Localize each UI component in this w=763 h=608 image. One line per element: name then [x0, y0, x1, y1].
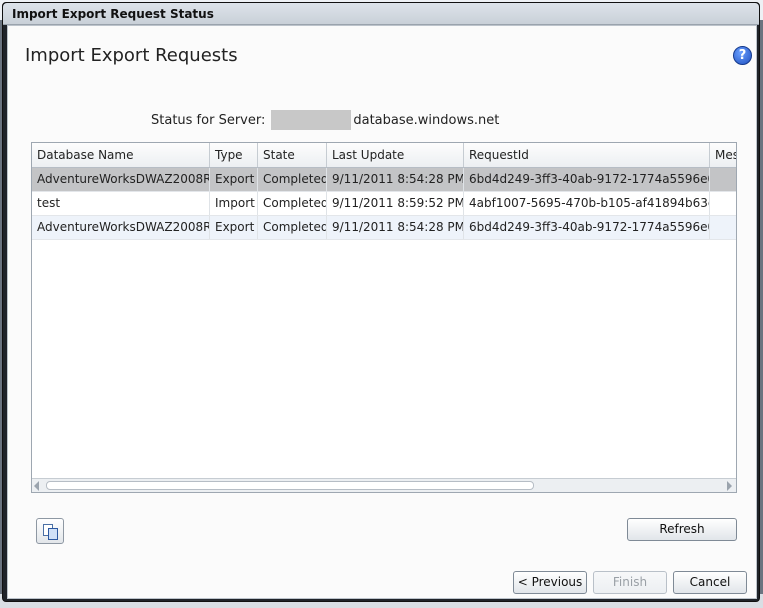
column-header-request-id[interactable]: RequestId — [464, 143, 710, 167]
status-label: Status for Server: — [151, 112, 266, 128]
cell-message — [710, 168, 736, 191]
table-row[interactable]: test Import Completed 9/11/2011 8:59:52 … — [32, 192, 736, 216]
cell-state: Completed — [258, 192, 327, 215]
cell-database-name: AdventureWorksDWAZ2008R2 — [32, 168, 210, 191]
server-status-line: Status for Server: database.windows.net — [151, 110, 499, 130]
cell-state: Completed — [258, 168, 327, 191]
column-header-message[interactable]: Mes — [710, 143, 736, 167]
dialog-title: Import Export Request Status — [12, 7, 214, 21]
dialog-titlebar[interactable]: Import Export Request Status — [3, 3, 759, 25]
table-header: Database Name Type State Last Update Req… — [32, 143, 736, 168]
table-row[interactable]: AdventureWorksDWAZ2008R2 Export Complete… — [32, 216, 736, 240]
server-suffix: database.windows.net — [353, 112, 500, 128]
help-icon[interactable]: ? — [733, 46, 752, 65]
cell-request-id: 6bd4d249-3ff3-40ab-9172-1774a5596e04 — [464, 216, 710, 239]
cell-message — [710, 216, 736, 239]
column-header-database-name[interactable]: Database Name — [32, 143, 210, 167]
dialog-content: Import Export Requests ? Status for Serv… — [7, 25, 757, 599]
scrollbar-thumb[interactable] — [46, 481, 534, 490]
import-export-status-dialog: Import Export Request Status Import Expo… — [2, 2, 760, 602]
cell-database-name: test — [32, 192, 210, 215]
cell-message — [710, 192, 736, 215]
cell-database-name: AdventureWorksDWAZ2008R2 — [32, 216, 210, 239]
horizontal-scrollbar[interactable] — [32, 478, 736, 492]
server-name-redacted — [271, 110, 352, 130]
cell-type: Export — [210, 168, 258, 191]
column-header-type[interactable]: Type — [210, 143, 258, 167]
finish-button[interactable]: Finish — [593, 571, 667, 594]
column-header-state[interactable]: State — [258, 143, 327, 167]
cell-type: Export — [210, 216, 258, 239]
refresh-button[interactable]: Refresh — [627, 518, 737, 541]
column-header-last-update[interactable]: Last Update — [327, 143, 464, 167]
copy-button[interactable] — [36, 518, 64, 544]
cell-last-update: 9/11/2011 8:54:28 PM — [327, 216, 464, 239]
cell-type: Import — [210, 192, 258, 215]
cancel-button[interactable]: Cancel — [673, 571, 747, 594]
previous-button[interactable]: < Previous — [513, 571, 587, 594]
copy-icon-front — [48, 528, 58, 540]
cell-request-id: 6bd4d249-3ff3-40ab-9172-1774a5596e04 — [464, 168, 710, 191]
page-title: Import Export Requests — [25, 45, 238, 66]
cell-last-update: 9/11/2011 8:59:52 PM — [327, 192, 464, 215]
scroll-right-icon[interactable] — [727, 481, 732, 491]
cell-state: Completed — [258, 216, 327, 239]
cell-request-id: 4abf1007-5695-470b-b105-af41894b63eb — [464, 192, 710, 215]
table-row[interactable]: AdventureWorksDWAZ2008R2 Export Complete… — [32, 168, 736, 192]
cell-last-update: 9/11/2011 8:54:28 PM — [327, 168, 464, 191]
requests-table: Database Name Type State Last Update Req… — [31, 142, 737, 493]
scroll-left-icon[interactable] — [34, 481, 39, 491]
